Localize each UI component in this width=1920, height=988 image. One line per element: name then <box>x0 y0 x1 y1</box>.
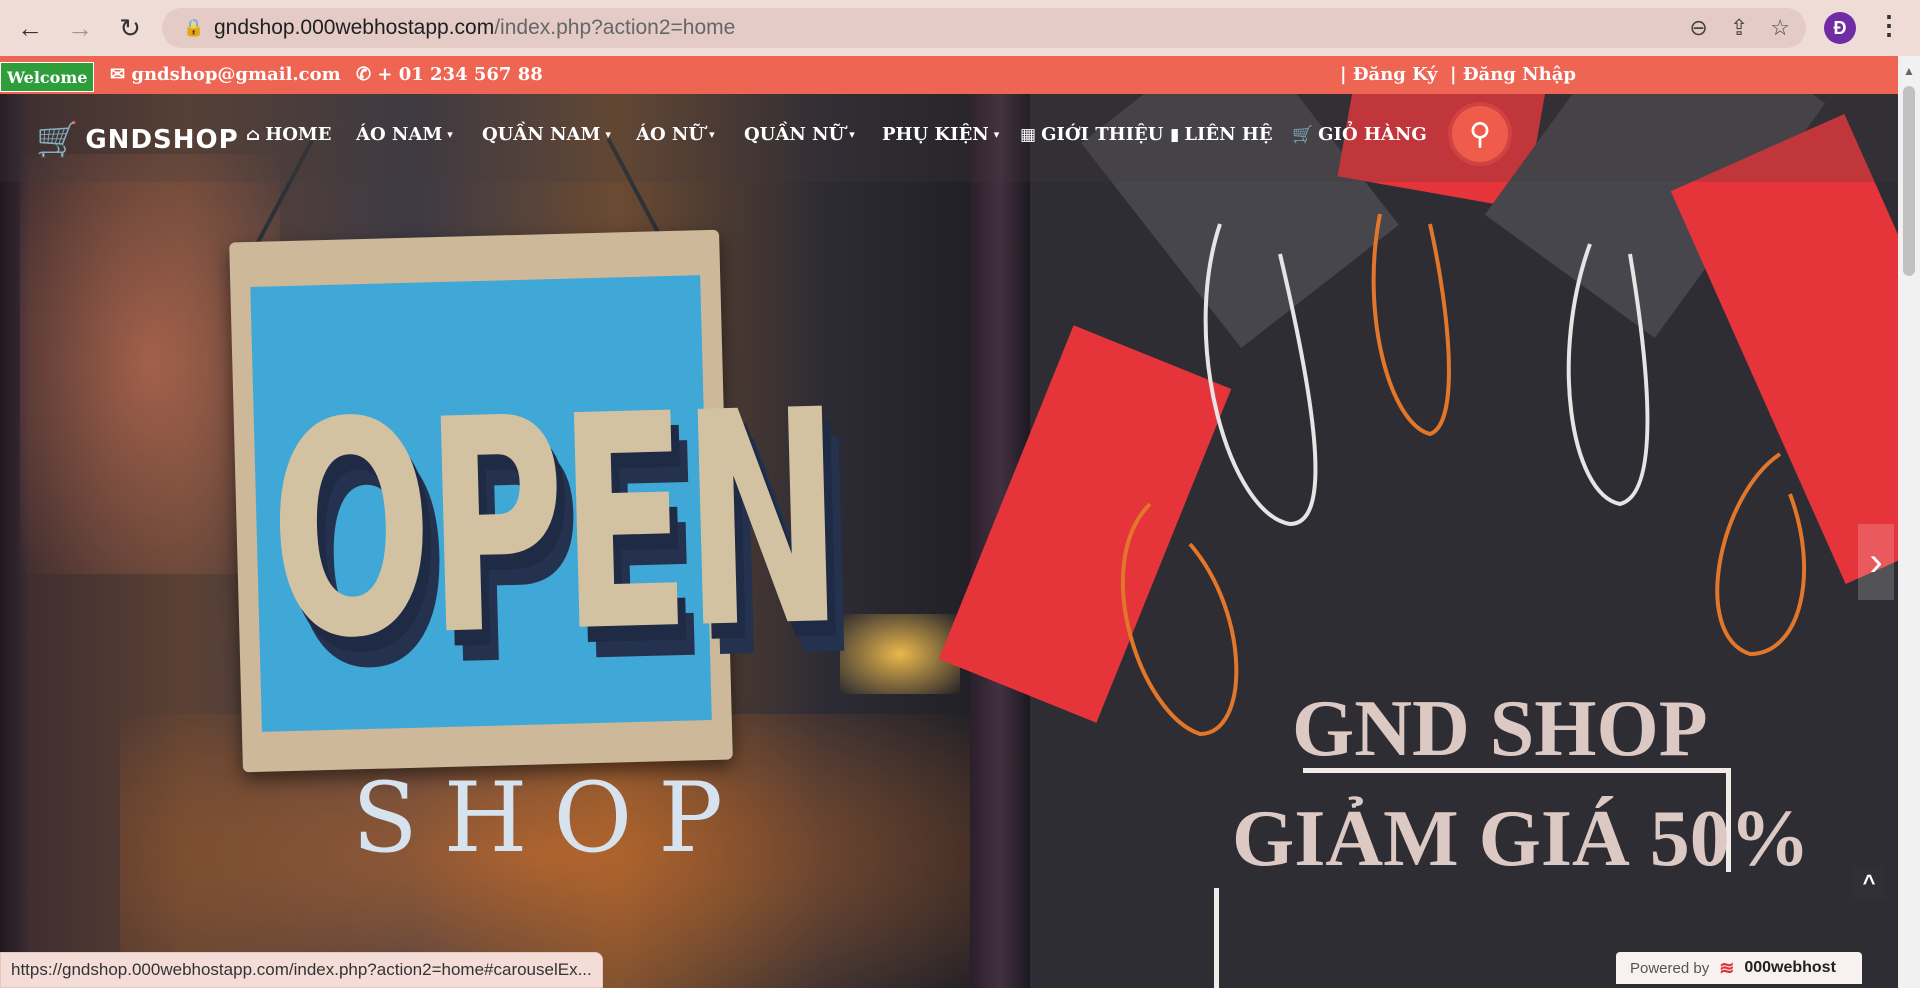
promo-subtitle: GIẢM GIÁ 50% <box>1232 795 1810 883</box>
nav-label: ÁO NAM <box>356 124 443 145</box>
scroll-up-icon[interactable]: ▲ <box>1903 64 1915 78</box>
nav-gio-hang[interactable]: 🛒 GIỎ HÀNG <box>1292 124 1427 145</box>
shop-lettering: SHOP <box>352 762 749 874</box>
browser-toolbar: ← → ↻ 🔒 gndshop.000webhostapp.com/index.… <box>0 0 1920 56</box>
contact-card-icon: ▮ <box>1170 124 1180 145</box>
status-bar-url: https://gndshop.000webhostapp.com/index.… <box>0 952 603 988</box>
site-logo[interactable]: 🛒 GNDSHOP <box>36 120 239 160</box>
page-viewport: Welcome ✉ gndshop@gmail.com ✆ + 01 234 5… <box>0 56 1898 988</box>
search-button[interactable]: ⚲ <box>1452 106 1508 162</box>
envelope-icon: ✉ <box>110 64 132 85</box>
back-button[interactable]: ← <box>10 8 50 48</box>
nav-label: PHỤ KIỆN <box>882 124 989 145</box>
top-info-bar: Welcome ✉ gndshop@gmail.com ✆ + 01 234 5… <box>0 56 1898 94</box>
url-host: gndshop.000webhostapp.com <box>214 16 495 39</box>
carousel-next-button[interactable]: › <box>1858 524 1894 600</box>
home-icon: ⌂ <box>246 124 261 145</box>
login-link[interactable]: | Đăng Nhập <box>1450 64 1576 85</box>
chevron-down-icon: ▾ <box>447 128 453 141</box>
chevron-down-icon: ▾ <box>709 128 715 141</box>
chevron-down-icon: ▾ <box>993 128 1000 141</box>
nav-ao-nam[interactable]: ÁO NAM ▾ <box>356 124 453 145</box>
phone-text: + 01 234 567 88 <box>377 64 543 85</box>
nav-label: GIỚI THIỆU <box>1041 124 1164 145</box>
calendar-icon: ▦ <box>1020 124 1037 145</box>
nav-gioi-thieu[interactable]: ▦ GIỚI THIỆU <box>1020 124 1163 145</box>
nav-label: LIÊN HỆ <box>1184 124 1273 145</box>
welcome-badge: Welcome <box>0 62 95 92</box>
star-icon[interactable]: ☆ <box>1770 15 1790 41</box>
webhost-logo-icon: ≋ <box>1719 957 1735 978</box>
share-icon[interactable]: ⇪ <box>1730 15 1748 41</box>
promo-title: GND SHOP <box>1292 685 1708 773</box>
phone-contact[interactable]: ✆ + 01 234 567 88 <box>356 64 543 85</box>
nav-home[interactable]: ⌂ HOME <box>246 124 332 145</box>
nav-phu-kien[interactable]: PHỤ KIỆN ▾ <box>882 124 999 145</box>
search-icon: ⚲ <box>1469 117 1491 151</box>
zoom-out-icon[interactable]: ⊖ <box>1689 15 1707 41</box>
reload-button[interactable]: ↻ <box>110 8 150 48</box>
nav-label: QUẦN NỮ <box>744 124 845 145</box>
lock-icon: 🔒 <box>183 18 205 37</box>
profile-avatar[interactable]: Đ <box>1824 12 1856 44</box>
chevron-down-icon: ▾ <box>605 128 611 141</box>
nav-label: QUẦN NAM <box>482 124 601 145</box>
nav-lien-he[interactable]: ▮ LIÊN HỆ <box>1170 124 1273 145</box>
promo-frame <box>1214 888 1219 988</box>
nav-quan-nam[interactable]: QUẦN NAM ▾ <box>482 124 611 145</box>
main-navbar: 🛒 GNDSHOP ⌂ HOME ÁO NAM ▾ QUẦN NAM ▾ ÁO NỮ ▾… <box>0 94 1898 182</box>
nav-quan-nu[interactable]: QUẦN NỮ ▾ <box>744 124 855 145</box>
hero-left-image: OPEN SHOP <box>0 94 1030 988</box>
nav-label: HOME <box>265 124 332 145</box>
nav-ao-nu[interactable]: ÁO NỮ ▾ <box>636 124 715 145</box>
nav-label: GIỎ HÀNG <box>1318 124 1427 145</box>
cart-icon: 🛒 <box>1292 124 1314 145</box>
hero-carousel: OPEN SHOP GND SHOP GIẢM GIÁ 50% › <box>0 94 1898 988</box>
browser-menu-icon[interactable]: ⋮ <box>1876 10 1902 46</box>
scroll-thumb[interactable] <box>1903 86 1915 276</box>
powered-by-text: Powered by <box>1630 959 1710 977</box>
powered-brand: 000webhost <box>1744 959 1836 976</box>
email-contact[interactable]: ✉ gndshop@gmail.com <box>110 64 341 85</box>
logo-text: GNDSHOP <box>85 125 239 155</box>
open-sign: OPEN <box>229 229 841 773</box>
nav-label: ÁO NỮ <box>636 124 705 145</box>
back-to-top-button[interactable]: ^ <box>1852 866 1886 900</box>
email-text: gndshop@gmail.com <box>131 64 341 85</box>
register-link[interactable]: | Đăng Ký <box>1340 64 1437 85</box>
page-scrollbar[interactable]: ▲ <box>1898 56 1920 988</box>
url-path: /index.php?action2=home <box>494 16 736 39</box>
chevron-down-icon: ▾ <box>849 128 855 141</box>
phone-icon: ✆ <box>356 64 378 85</box>
forward-button[interactable]: → <box>60 8 100 48</box>
cart-logo-icon: 🛒 <box>36 120 80 160</box>
powered-by-badge[interactable]: Powered by ≋ 000webhost <box>1616 952 1862 984</box>
address-bar[interactable]: 🔒 gndshop.000webhostapp.com/index.php?ac… <box>162 8 1806 48</box>
auth-links: | Đăng Ký | Đăng Nhập <box>1340 64 1576 85</box>
